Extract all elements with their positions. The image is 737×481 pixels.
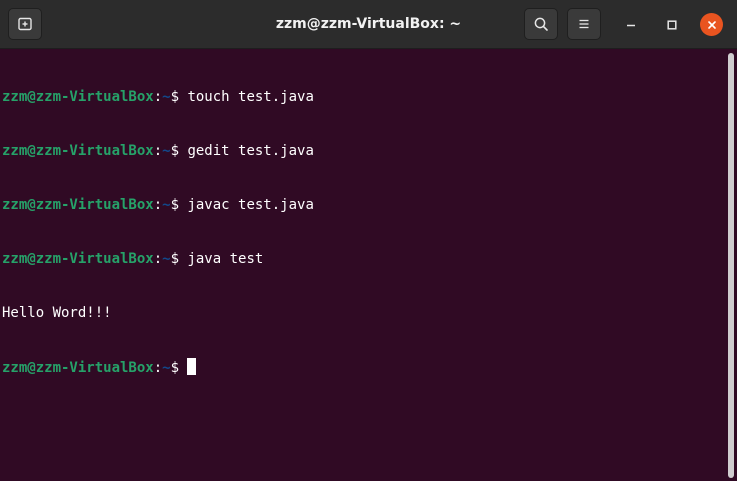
command-text: touch test.java	[187, 89, 314, 105]
prompt-dollar: $	[170, 360, 188, 376]
prompt-path: ~	[162, 89, 171, 105]
title-bar[interactable]: zzm@zzm-VirtualBox: ~	[0, 0, 737, 49]
terminal-line: zzm@zzm-VirtualBox:~$ touch test.java	[2, 88, 724, 106]
prompt-dollar: $	[170, 251, 188, 267]
search-icon	[533, 16, 549, 32]
prompt-dollar: $	[170, 89, 188, 105]
search-button[interactable]	[524, 8, 558, 40]
terminal-line: zzm@zzm-VirtualBox:~$ javac test.java	[2, 196, 724, 214]
text-cursor	[187, 358, 197, 375]
prompt-user: zzm@zzm-VirtualBox	[2, 251, 154, 267]
new-tab-icon	[17, 16, 33, 32]
prompt-user: zzm@zzm-VirtualBox	[2, 197, 154, 213]
close-icon	[707, 15, 717, 34]
prompt-path: ~	[162, 251, 171, 267]
prompt-user: zzm@zzm-VirtualBox	[2, 89, 154, 105]
scrollbar[interactable]	[725, 50, 737, 481]
terminal-window: zzm@zzm-VirtualBox: ~ zzm@zzm-VirtualBox…	[0, 0, 737, 481]
terminal-line: zzm@zzm-VirtualBox:~$ gedit test.java	[2, 142, 724, 160]
prompt-user: zzm@zzm-VirtualBox	[2, 143, 154, 159]
minimize-button[interactable]	[620, 14, 642, 36]
terminal-current-line: zzm@zzm-VirtualBox:~$	[2, 358, 724, 376]
menu-button[interactable]	[567, 8, 601, 40]
prompt-colon: :	[153, 251, 163, 267]
terminal-output[interactable]: zzm@zzm-VirtualBox:~$ touch test.java zz…	[0, 50, 724, 481]
terminal-line: zzm@zzm-VirtualBox:~$ java test	[2, 250, 724, 268]
prompt-colon: :	[153, 89, 163, 105]
prompt-dollar: $	[170, 143, 188, 159]
prompt-colon: :	[153, 197, 163, 213]
prompt-dollar: $	[170, 197, 188, 213]
program-output: Hello Word!!!	[2, 305, 112, 321]
command-text: javac test.java	[187, 197, 314, 213]
command-text: gedit test.java	[187, 143, 314, 159]
maximize-button[interactable]	[661, 14, 683, 36]
scrollbar-thumb[interactable]	[728, 53, 734, 478]
command-text: java test	[187, 251, 264, 267]
prompt-user: zzm@zzm-VirtualBox	[2, 360, 154, 376]
new-tab-button[interactable]	[8, 8, 42, 40]
prompt-colon: :	[153, 360, 163, 376]
close-button[interactable]	[700, 13, 723, 36]
prompt-colon: :	[153, 143, 163, 159]
maximize-icon	[666, 16, 678, 35]
prompt-path: ~	[162, 143, 171, 159]
prompt-path: ~	[162, 360, 171, 376]
prompt-path: ~	[162, 197, 171, 213]
window-title: zzm@zzm-VirtualBox: ~	[275, 16, 462, 32]
hamburger-menu-icon	[577, 17, 591, 31]
minimize-icon	[625, 16, 637, 35]
